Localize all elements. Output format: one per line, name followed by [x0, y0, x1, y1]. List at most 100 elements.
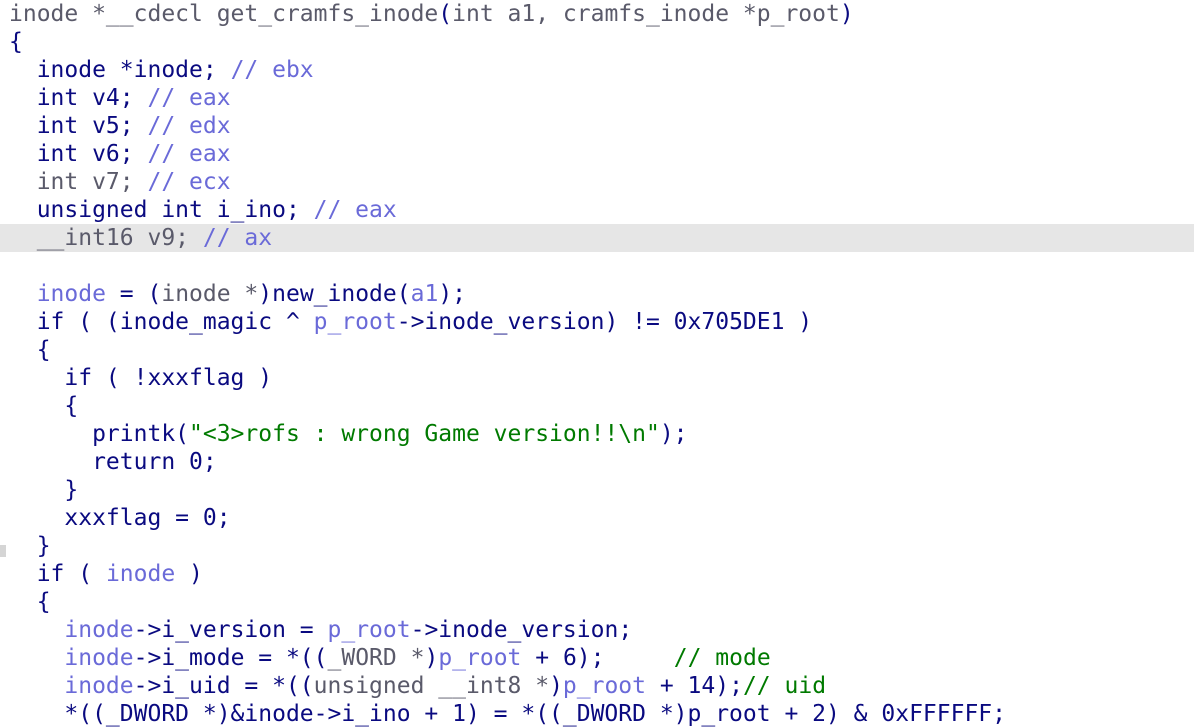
code-line-text: } [9, 532, 51, 560]
code-line-text: inode->i_mode = *((_WORD *)p_root + 6); … [9, 644, 770, 672]
code-line-text: int v5; // edx [9, 112, 231, 140]
code-token: // eax [147, 141, 231, 167]
code-token: ) [549, 673, 563, 699]
code-token: // edx [147, 113, 231, 139]
code-line[interactable]: inode->i_mode = *((_WORD *)p_root + 6); … [0, 644, 1194, 672]
code-line[interactable]: { [0, 28, 1194, 56]
code-line[interactable]: } [0, 476, 1194, 504]
code-token: if ( [9, 561, 106, 587]
code-token: // ecx [147, 169, 231, 195]
code-token: inode *inode; [9, 57, 231, 83]
code-token: ->i_mode = *(( [133, 645, 328, 671]
code-token: // uid [742, 673, 827, 699]
code-line-text: int v4; // eax [9, 84, 231, 112]
code-line[interactable]: *((_DWORD *)&inode->i_ino + 1) = *((_DWO… [0, 700, 1194, 728]
code-line-text: *((_DWORD *)&inode->i_ino + 1) = *((_DWO… [9, 700, 1006, 728]
code-line[interactable]: xxxflag = 0; [0, 504, 1194, 532]
code-token: inode [64, 645, 134, 671]
code-line[interactable]: inode *__cdecl get_cramfs_inode(int a1, … [0, 0, 1194, 28]
code-token: } [9, 477, 79, 503]
code-line[interactable]: if ( !xxxflag ) [0, 364, 1194, 392]
code-token: inode [36, 281, 106, 307]
code-token: "<3>rofs : wrong Game version!!\n" [189, 421, 660, 447]
code-token: { [9, 589, 51, 615]
code-line[interactable]: { [0, 588, 1194, 616]
code-line-text: inode = (inode *)new_inode(a1); [9, 280, 466, 308]
code-line[interactable]: int v6; // eax [0, 140, 1194, 168]
code-token: ); [438, 281, 467, 307]
code-line-text: } [9, 476, 78, 504]
code-token: xxxflag = 0; [9, 505, 231, 531]
code-token: int a1, cramfs_inode *p_root [452, 1, 840, 27]
code-line-text: inode *inode; // ebx [9, 56, 314, 84]
code-line-text: { [9, 392, 78, 420]
code-token: inode * [161, 281, 259, 307]
code-token: int v6; [9, 141, 148, 167]
code-line-text: { [9, 28, 23, 56]
code-line[interactable]: printk("<3>rofs : wrong Game version!!\n… [0, 420, 1194, 448]
code-line[interactable]: inode *inode; // ebx [0, 56, 1194, 84]
code-line[interactable]: int v5; // edx [0, 112, 1194, 140]
code-token: inode *__cdecl get_cramfs_inode [9, 1, 439, 27]
code-token: int v4; [9, 85, 148, 111]
code-line-text: inode->i_version = p_root->inode_version… [9, 616, 632, 644]
code-token: // eax [147, 85, 231, 111]
code-token: a1 [410, 281, 439, 307]
code-line-text: { [9, 336, 51, 364]
code-line[interactable]: { [0, 336, 1194, 364]
code-token: *((_DWORD *)&inode->i_ino + 1) = *((_DWO… [9, 701, 1006, 727]
code-token: { [9, 337, 51, 363]
code-line-text: int v6; // eax [9, 140, 231, 168]
code-token: int v5; [9, 113, 148, 139]
code-line[interactable]: inode->i_version = p_root->inode_version… [0, 616, 1194, 644]
code-line-text: unsigned int i_ino; // eax [9, 196, 397, 224]
gutter-marker [0, 545, 6, 557]
code-line[interactable]: int v4; // eax [0, 84, 1194, 112]
code-token: + 14); [646, 673, 743, 699]
code-token: + 6); [521, 645, 674, 671]
code-line[interactable]: { [0, 392, 1194, 420]
code-token: ); [659, 421, 688, 447]
code-token: ) [175, 561, 203, 587]
code-token: p_root [438, 645, 522, 671]
code-line[interactable] [0, 252, 1194, 280]
code-line-text: __int16 v9; // ax [9, 224, 272, 252]
code-line-text: { [9, 588, 51, 616]
code-token: p_root [327, 617, 411, 643]
code-token: ( [438, 1, 453, 27]
code-token: // ax [202, 225, 273, 251]
code-token: // eax [313, 197, 397, 223]
code-token: printk( [9, 421, 190, 447]
code-line[interactable]: unsigned int i_ino; // eax [0, 196, 1194, 224]
code-token: unsigned __int8 * [313, 673, 550, 699]
code-line[interactable]: inode->i_uid = *((unsigned __int8 *)p_ro… [0, 672, 1194, 700]
code-line[interactable]: if ( inode ) [0, 560, 1194, 588]
code-token: return 0; [9, 449, 217, 475]
code-token: unsigned int i_ino; [9, 197, 314, 223]
code-token: } [9, 533, 51, 559]
code-token: inode [64, 617, 134, 643]
code-line-text: if ( inode ) [9, 560, 203, 588]
code-line[interactable]: int v7; // ecx [0, 168, 1194, 196]
code-token: int v7; [9, 169, 148, 195]
code-line[interactable]: inode = (inode *)new_inode(a1); [0, 280, 1194, 308]
code-line[interactable]: if ( (inode_magic ^ p_root->inode_versio… [0, 308, 1194, 336]
code-token: inode [105, 561, 176, 587]
code-line-text: return 0; [9, 448, 217, 476]
code-line[interactable]: } [0, 532, 1194, 560]
code-line-text: inode *__cdecl get_cramfs_inode(int a1, … [9, 0, 854, 28]
code-token: p_root [562, 673, 647, 699]
code-token: if ( (inode_magic ^ [9, 309, 314, 335]
code-token: p_root [313, 309, 397, 335]
code-line-text: inode->i_uid = *((unsigned __int8 *)p_ro… [9, 672, 826, 700]
code-line[interactable]: return 0; [0, 448, 1194, 476]
code-token: ->inode_version; [410, 617, 633, 643]
code-line-text: if ( !xxxflag ) [9, 364, 272, 392]
code-line[interactable]: __int16 v9; // ax [0, 224, 1194, 252]
code-token: { [9, 393, 79, 419]
code-line-text: xxxflag = 0; [9, 504, 231, 532]
